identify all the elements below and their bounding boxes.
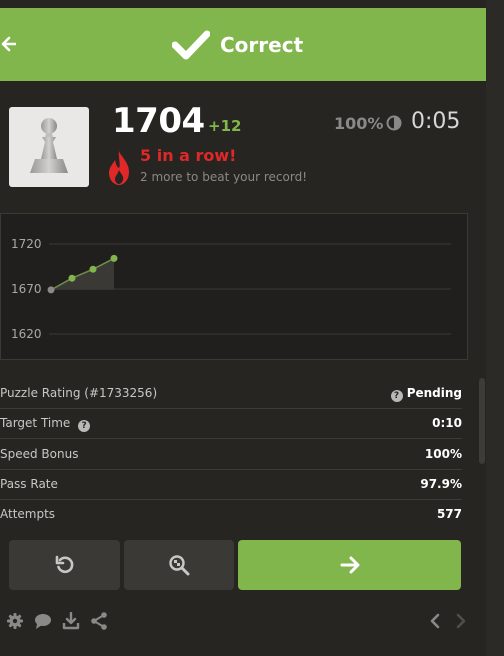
- help-icon[interactable]: ?: [78, 420, 91, 432]
- retry-icon: [55, 555, 73, 574]
- rating-chart: 1720 1670 1620: [0, 213, 468, 360]
- checkmark-icon: [172, 30, 210, 60]
- timer-value: 0:05: [411, 109, 461, 134]
- pass-rate-label: Pass Rate: [0, 477, 58, 491]
- detail-row-pass-rate: Pass Rate 97.9%: [0, 470, 462, 500]
- puzzle-rating-label: Puzzle Rating (#1733256): [0, 386, 158, 400]
- header-title: Correct: [220, 33, 304, 57]
- puzzle-rating-value: ? Pending: [390, 386, 462, 402]
- detail-row-target-time: Target Time ? 0:10: [0, 409, 462, 439]
- target-time-label: Target Time ?: [0, 416, 91, 432]
- arrow-left-icon[interactable]: [0, 36, 16, 52]
- chevron-right-icon[interactable]: [452, 612, 470, 630]
- chat-icon[interactable]: [34, 612, 52, 630]
- record-hint: 2 more to beat your record!: [140, 170, 308, 184]
- chart-point: [89, 265, 97, 273]
- scrollbar-thumb[interactable]: [479, 378, 485, 464]
- pass-rate-value: 97.9%: [420, 477, 462, 491]
- attempts-label: Attempts: [0, 507, 56, 521]
- target-time-text: Target Time: [0, 416, 71, 430]
- gear-icon[interactable]: [6, 612, 24, 630]
- arrow-right-icon: [340, 556, 359, 574]
- accuracy-value: 100%: [334, 114, 384, 133]
- chart-y-tick-label: 1670: [11, 282, 42, 296]
- chart-y-tick-label: 1620: [11, 327, 42, 341]
- analysis-button[interactable]: [124, 540, 234, 590]
- header-title-group: Correct: [172, 26, 303, 64]
- scroll-fade: [0, 522, 486, 530]
- clock-icon: [386, 115, 402, 131]
- avatar: [9, 107, 89, 187]
- rating-chart-svg: 1720 1670 1620: [11, 237, 451, 341]
- rating-delta: +12: [208, 117, 242, 135]
- attempts-value: 577: [436, 507, 462, 521]
- result-header: Correct: [0, 8, 486, 81]
- puzzle-rating-status: Pending: [406, 386, 462, 400]
- target-time-value: 0:10: [432, 416, 462, 430]
- next-puzzle-button[interactable]: [238, 540, 461, 590]
- help-icon[interactable]: ?: [390, 390, 403, 402]
- speed-bonus-label: Speed Bonus: [0, 447, 79, 461]
- speed-bonus-value: 100%: [424, 447, 462, 461]
- chevron-left-icon[interactable]: [426, 612, 444, 630]
- chart-point: [47, 286, 55, 294]
- download-icon[interactable]: [62, 612, 80, 630]
- streak-text: 5 in a row!: [140, 146, 237, 165]
- analysis-icon: [169, 555, 190, 576]
- chart-point: [110, 254, 118, 262]
- right-gutter: [486, 0, 504, 656]
- rating-value: 1704: [112, 101, 205, 141]
- chart-y-tick-label: 1720: [11, 237, 42, 251]
- detail-row-speed-bonus: Speed Bonus 100%: [0, 440, 462, 470]
- flame-icon: [109, 151, 129, 185]
- pawn-icon: [30, 118, 68, 173]
- share-icon[interactable]: [90, 612, 108, 630]
- chart-point: [68, 274, 76, 282]
- retry-button[interactable]: [9, 540, 120, 590]
- detail-row-puzzle-rating: Puzzle Rating (#1733256) ? Pending: [0, 379, 462, 409]
